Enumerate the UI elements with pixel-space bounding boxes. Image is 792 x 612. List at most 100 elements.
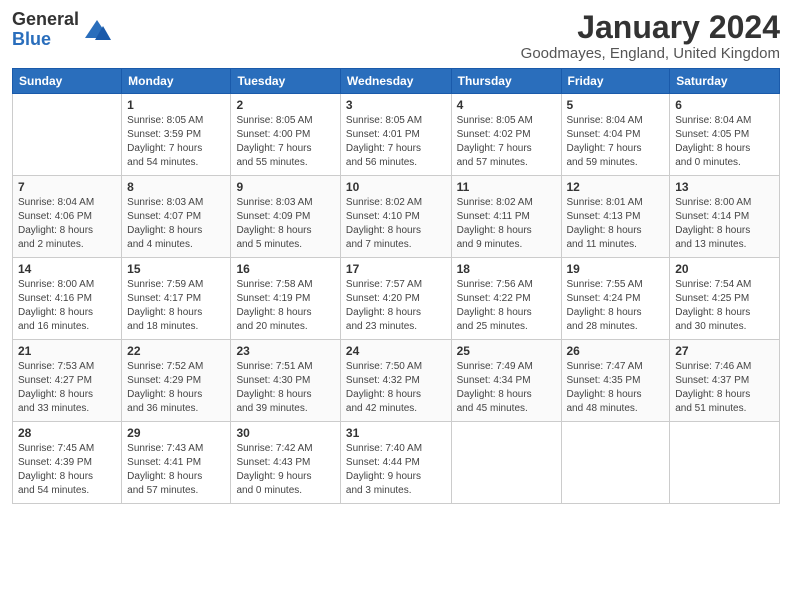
- day-info: Sunrise: 7:50 AMSunset: 4:32 PMDaylight:…: [346, 360, 446, 416]
- day-info: Sunrise: 7:40 AMSunset: 4:44 PMDaylight:…: [346, 442, 446, 498]
- day-number: 28: [18, 426, 116, 440]
- day-info: Sunrise: 7:52 AMSunset: 4:29 PMDaylight:…: [127, 360, 225, 416]
- day-header-sunday: Sunday: [13, 69, 122, 94]
- logo-blue: Blue: [12, 30, 79, 50]
- day-number: 12: [567, 180, 665, 194]
- day-number: 29: [127, 426, 225, 440]
- day-number: 5: [567, 98, 665, 112]
- day-number: 7: [18, 180, 116, 194]
- calendar-cell: 31 Sunrise: 7:40 AMSunset: 4:44 PMDayligh…: [340, 422, 451, 504]
- calendar-cell: 9 Sunrise: 8:03 AMSunset: 4:09 PMDaylight…: [231, 176, 340, 258]
- day-number: 1: [127, 98, 225, 112]
- calendar-cell: 5 Sunrise: 8:04 AMSunset: 4:04 PMDaylight…: [561, 94, 670, 176]
- day-header-tuesday: Tuesday: [231, 69, 340, 94]
- calendar-cell: [13, 94, 122, 176]
- day-info: Sunrise: 7:46 AMSunset: 4:37 PMDaylight:…: [675, 360, 774, 416]
- week-row-5: 28 Sunrise: 7:45 AMSunset: 4:39 PMDayligh…: [13, 422, 780, 504]
- calendar-header-row: SundayMondayTuesdayWednesdayThursdayFrid…: [13, 69, 780, 94]
- calendar-cell: 6 Sunrise: 8:04 AMSunset: 4:05 PMDaylight…: [670, 94, 780, 176]
- calendar-cell: 3 Sunrise: 8:05 AMSunset: 4:01 PMDaylight…: [340, 94, 451, 176]
- day-header-saturday: Saturday: [670, 69, 780, 94]
- day-number: 6: [675, 98, 774, 112]
- day-number: 2: [236, 98, 334, 112]
- day-number: 9: [236, 180, 334, 194]
- day-number: 26: [567, 344, 665, 358]
- day-number: 17: [346, 262, 446, 276]
- day-info: Sunrise: 7:47 AMSunset: 4:35 PMDaylight:…: [567, 360, 665, 416]
- day-info: Sunrise: 8:04 AMSunset: 4:04 PMDaylight:…: [567, 114, 665, 170]
- calendar-cell: 27Sunrise: 7:46 AMSunset: 4:37 PMDayligh…: [670, 340, 780, 422]
- calendar-cell: [670, 422, 780, 504]
- calendar-cell: 25Sunrise: 7:49 AMSunset: 4:34 PMDayligh…: [451, 340, 561, 422]
- calendar-cell: 12 Sunrise: 8:01 AMSunset: 4:13 PMDayligh…: [561, 176, 670, 258]
- day-info: Sunrise: 7:56 AMSunset: 4:22 PMDaylight:…: [457, 278, 556, 334]
- day-info: Sunrise: 8:05 AMSunset: 4:00 PMDaylight:…: [236, 114, 334, 170]
- day-info: Sunrise: 7:49 AMSunset: 4:34 PMDaylight:…: [457, 360, 556, 416]
- logo: General Blue: [12, 10, 111, 50]
- day-number: 15: [127, 262, 225, 276]
- calendar-cell: 10Sunrise: 8:02 AMSunset: 4:10 PMDayligh…: [340, 176, 451, 258]
- day-header-friday: Friday: [561, 69, 670, 94]
- calendar-cell: 23Sunrise: 7:51 AMSunset: 4:30 PMDayligh…: [231, 340, 340, 422]
- day-info: Sunrise: 8:05 AMSunset: 4:02 PMDaylight:…: [457, 114, 556, 170]
- calendar-cell: 17Sunrise: 7:57 AMSunset: 4:20 PMDayligh…: [340, 258, 451, 340]
- location: Goodmayes, England, United Kingdom: [521, 45, 780, 62]
- day-info: Sunrise: 8:00 AMSunset: 4:14 PMDaylight:…: [675, 196, 774, 252]
- calendar-cell: 20 Sunrise: 7:54 AMSunset: 4:25 PMDayligh…: [670, 258, 780, 340]
- logo-icon: [83, 16, 111, 44]
- calendar-cell: 14 Sunrise: 8:00 AMSunset: 4:16 PMDayligh…: [13, 258, 122, 340]
- day-info: Sunrise: 8:05 AMSunset: 3:59 PMDaylight:…: [127, 114, 225, 170]
- day-info: Sunrise: 7:54 AMSunset: 4:25 PMDaylight:…: [675, 278, 774, 334]
- logo-text: General Blue: [12, 10, 79, 50]
- calendar-cell: 8 Sunrise: 8:03 AMSunset: 4:07 PMDaylight…: [122, 176, 231, 258]
- calendar-cell: 24 Sunrise: 7:50 AMSunset: 4:32 PMDayligh…: [340, 340, 451, 422]
- day-info: Sunrise: 8:05 AMSunset: 4:01 PMDaylight:…: [346, 114, 446, 170]
- page: General Blue January 2024 Goodmayes, Eng…: [0, 0, 792, 612]
- day-number: 21: [18, 344, 116, 358]
- week-row-2: 7Sunrise: 8:04 AMSunset: 4:06 PMDaylight…: [13, 176, 780, 258]
- calendar-cell: [451, 422, 561, 504]
- day-info: Sunrise: 7:43 AMSunset: 4:41 PMDaylight:…: [127, 442, 225, 498]
- day-info: Sunrise: 8:00 AMSunset: 4:16 PMDaylight:…: [18, 278, 116, 334]
- day-header-monday: Monday: [122, 69, 231, 94]
- day-info: Sunrise: 8:03 AMSunset: 4:07 PMDaylight:…: [127, 196, 225, 252]
- day-header-wednesday: Wednesday: [340, 69, 451, 94]
- day-number: 8: [127, 180, 225, 194]
- day-info: Sunrise: 8:04 AMSunset: 4:05 PMDaylight:…: [675, 114, 774, 170]
- title-block: January 2024 Goodmayes, England, United …: [521, 10, 780, 62]
- day-number: 30: [236, 426, 334, 440]
- day-number: 31: [346, 426, 446, 440]
- day-number: 19: [567, 262, 665, 276]
- day-number: 24: [346, 344, 446, 358]
- calendar-cell: 11Sunrise: 8:02 AMSunset: 4:11 PMDayligh…: [451, 176, 561, 258]
- calendar-cell: 4 Sunrise: 8:05 AMSunset: 4:02 PMDaylight…: [451, 94, 561, 176]
- calendar-cell: 2 Sunrise: 8:05 AMSunset: 4:00 PMDaylight…: [231, 94, 340, 176]
- day-info: Sunrise: 7:58 AMSunset: 4:19 PMDaylight:…: [236, 278, 334, 334]
- day-info: Sunrise: 7:42 AMSunset: 4:43 PMDaylight:…: [236, 442, 334, 498]
- calendar-cell: 26 Sunrise: 7:47 AMSunset: 4:35 PMDayligh…: [561, 340, 670, 422]
- day-info: Sunrise: 8:01 AMSunset: 4:13 PMDaylight:…: [567, 196, 665, 252]
- calendar-cell: 1 Sunrise: 8:05 AMSunset: 3:59 PMDaylight…: [122, 94, 231, 176]
- day-info: Sunrise: 7:45 AMSunset: 4:39 PMDaylight:…: [18, 442, 116, 498]
- calendar-cell: [561, 422, 670, 504]
- logo-general: General: [12, 10, 79, 30]
- calendar-cell: 28 Sunrise: 7:45 AMSunset: 4:39 PMDayligh…: [13, 422, 122, 504]
- day-info: Sunrise: 7:53 AMSunset: 4:27 PMDaylight:…: [18, 360, 116, 416]
- day-number: 20: [675, 262, 774, 276]
- day-number: 4: [457, 98, 556, 112]
- calendar-cell: 21 Sunrise: 7:53 AMSunset: 4:27 PMDayligh…: [13, 340, 122, 422]
- month-title: January 2024: [521, 10, 780, 45]
- calendar-cell: 7Sunrise: 8:04 AMSunset: 4:06 PMDaylight…: [13, 176, 122, 258]
- calendar-cell: 29 Sunrise: 7:43 AMSunset: 4:41 PMDayligh…: [122, 422, 231, 504]
- day-info: Sunrise: 8:02 AMSunset: 4:10 PMDaylight:…: [346, 196, 446, 252]
- day-number: 13: [675, 180, 774, 194]
- calendar-table: SundayMondayTuesdayWednesdayThursdayFrid…: [12, 68, 780, 504]
- day-number: 18: [457, 262, 556, 276]
- calendar-cell: 19Sunrise: 7:55 AMSunset: 4:24 PMDayligh…: [561, 258, 670, 340]
- day-info: Sunrise: 8:03 AMSunset: 4:09 PMDaylight:…: [236, 196, 334, 252]
- day-number: 14: [18, 262, 116, 276]
- day-number: 3: [346, 98, 446, 112]
- calendar-cell: 30 Sunrise: 7:42 AMSunset: 4:43 PMDayligh…: [231, 422, 340, 504]
- day-header-thursday: Thursday: [451, 69, 561, 94]
- day-info: Sunrise: 7:59 AMSunset: 4:17 PMDaylight:…: [127, 278, 225, 334]
